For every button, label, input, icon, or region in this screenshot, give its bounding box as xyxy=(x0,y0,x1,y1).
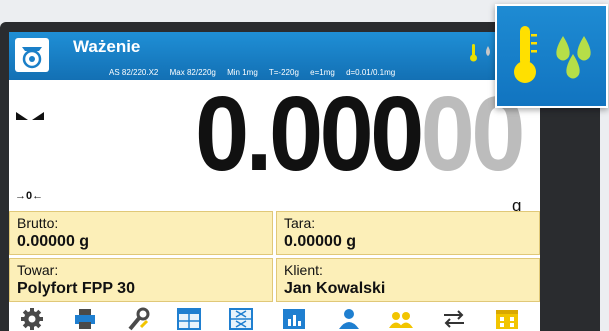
scale-icon[interactable] xyxy=(15,38,49,72)
spec-model: AS 82/220.X2 xyxy=(109,68,159,77)
weighing-screen: Ważenie AS 82/220.X2 Max 82/220g Min 1mg… xyxy=(9,32,540,331)
unit-change-icon[interactable] xyxy=(440,307,468,331)
settings-gear-icon[interactable] xyxy=(18,307,46,331)
gross-field: Brutto: 0.00000 g xyxy=(9,211,273,255)
weight-value: 0.00000 xyxy=(195,81,525,187)
operator-icon[interactable] xyxy=(335,307,363,331)
title-bar: Ważenie AS 82/220.X2 Max 82/220g Min 1mg… xyxy=(9,32,540,80)
thermometer-icon xyxy=(514,26,537,83)
environment-indicators-popup[interactable] xyxy=(495,4,608,108)
product-label: Towar: xyxy=(17,262,59,278)
client-field[interactable]: Klient: Jan Kowalski xyxy=(276,258,540,302)
printer-icon[interactable] xyxy=(71,307,99,331)
table-icon[interactable] xyxy=(175,307,203,331)
gross-label: Brutto: xyxy=(17,215,59,231)
tools-wrench-icon[interactable] xyxy=(123,307,151,331)
gross-value: 0.00000 g xyxy=(17,233,90,250)
page-title: Ważenie xyxy=(73,37,141,56)
clients-icon[interactable] xyxy=(387,307,415,331)
weight-readout: →0← 0.00000 g xyxy=(9,80,540,215)
table-x-icon[interactable] xyxy=(227,307,255,331)
statistics-icon[interactable] xyxy=(280,307,308,331)
product-value: Polyfort FPP 30 xyxy=(17,280,135,297)
tare-field: Tara: 0.00000 g xyxy=(276,211,540,255)
tare-value: 0.00000 g xyxy=(284,233,357,250)
weight-value-main: 0.000 xyxy=(195,75,424,193)
product-field[interactable]: Towar: Polyfort FPP 30 xyxy=(9,258,273,302)
humidity-drops-icon xyxy=(556,36,591,79)
tare-label: Tara: xyxy=(284,215,316,231)
client-value: Jan Kowalski xyxy=(284,280,386,297)
stability-indicator-icon xyxy=(16,112,44,120)
client-label: Klient: xyxy=(284,262,323,278)
database-icon[interactable] xyxy=(493,307,521,331)
zero-indicator: →0← xyxy=(15,190,44,202)
bottom-toolbar xyxy=(9,307,540,331)
